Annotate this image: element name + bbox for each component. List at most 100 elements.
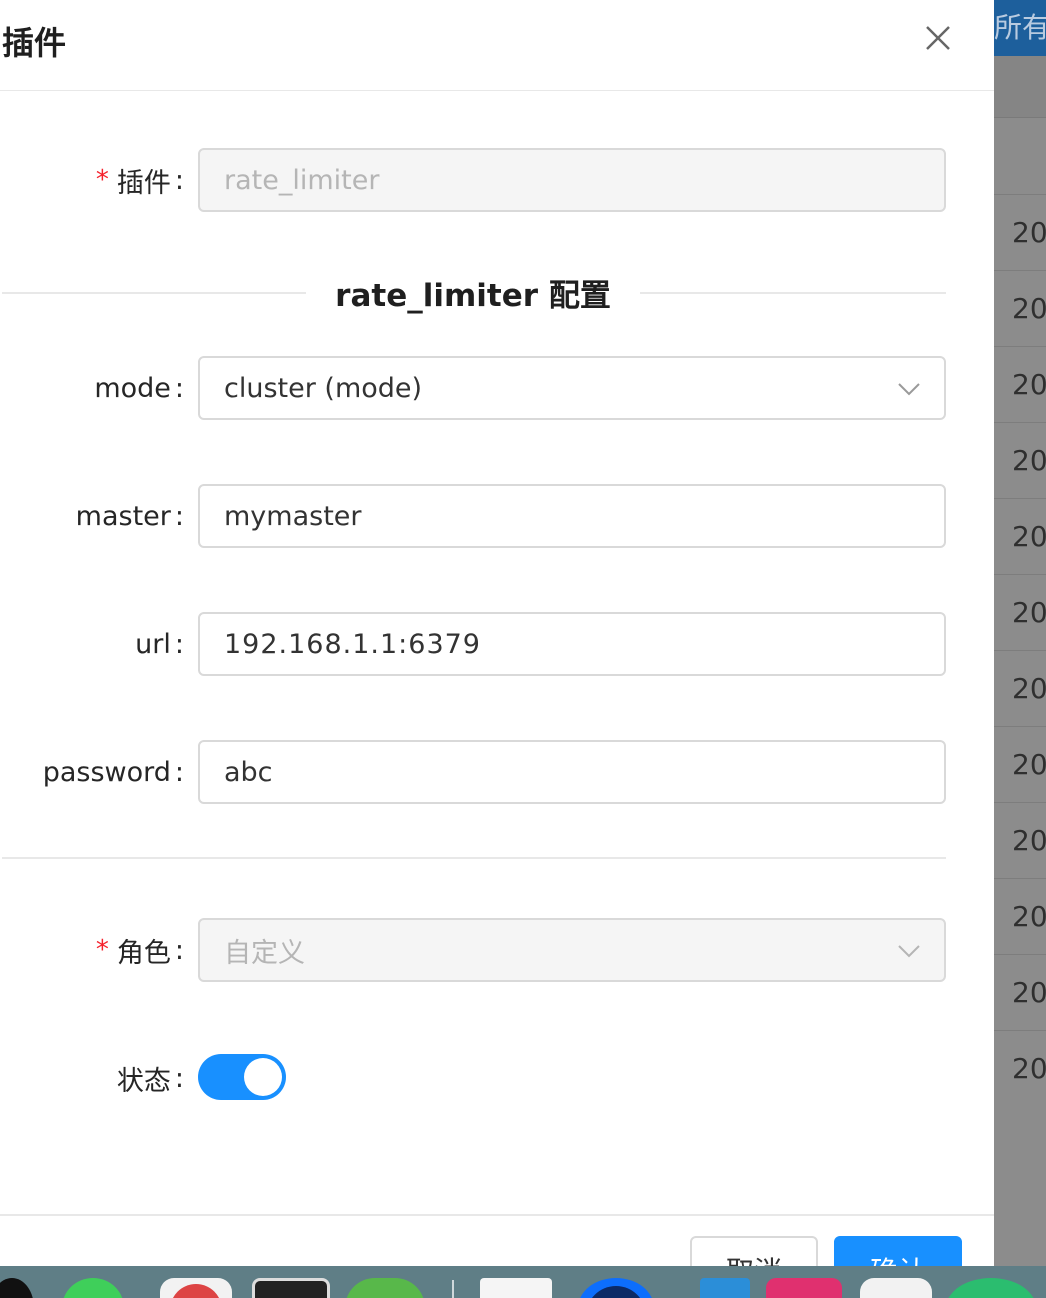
- role-label: * 角色 :: [96, 918, 184, 982]
- background-table-row: 20: [994, 878, 1046, 954]
- required-mark: *: [96, 165, 109, 195]
- password-input[interactable]: [224, 757, 944, 788]
- app-icon[interactable]: [160, 1278, 232, 1298]
- plugin-input[interactable]: rate_limiter: [198, 148, 946, 212]
- config-section-title: rate_limiter 配置: [306, 270, 640, 315]
- mode-label-text: mode: [94, 373, 171, 404]
- form-row-url: url :: [0, 612, 994, 676]
- background-row-text: 20: [994, 748, 1046, 781]
- url-label-text: url: [135, 629, 171, 660]
- password-label: password :: [43, 740, 184, 804]
- background-table-row: 20: [994, 346, 1046, 422]
- background-row-text: 20: [994, 824, 1046, 857]
- background-row-text: 20: [994, 292, 1046, 325]
- background-row-text: 20: [994, 596, 1046, 629]
- master-label-text: master: [76, 501, 171, 532]
- url-label: url :: [135, 612, 184, 676]
- background-header-text: 所有: [994, 6, 1046, 46]
- background-row-text: 20: [994, 216, 1046, 249]
- divider-line-left: [2, 292, 306, 294]
- drawer-header: 插件: [0, 0, 994, 91]
- chevron-down-icon: [896, 376, 922, 402]
- plugin-label-text: 插件: [117, 161, 171, 200]
- wechat-app-icon[interactable]: [946, 1278, 1036, 1298]
- status-label: 状态 :: [117, 1046, 184, 1110]
- vscode-app-icon[interactable]: [700, 1278, 750, 1298]
- background-table-header: 所有: [994, 0, 1046, 56]
- form-row-status: 状态 :: [0, 1046, 994, 1110]
- background-table-row: 20: [994, 650, 1046, 726]
- mode-label: mode :: [94, 356, 184, 420]
- status-switch[interactable]: [198, 1054, 286, 1100]
- background-row-text: 20: [994, 444, 1046, 477]
- background-row-text: 20: [994, 520, 1046, 553]
- mode-select[interactable]: cluster (mode): [198, 356, 946, 420]
- app-icon[interactable]: [578, 1278, 654, 1298]
- drawer-footer: 取消 确认: [0, 1214, 994, 1266]
- master-label: master :: [76, 484, 184, 548]
- app-icon[interactable]: [345, 1278, 425, 1298]
- role-label-text: 角色: [117, 931, 171, 970]
- plugin-input-value: rate_limiter: [224, 165, 379, 196]
- background-table-row: 20: [994, 194, 1046, 270]
- background-table-row: 20: [994, 422, 1046, 498]
- app-icon[interactable]: [860, 1278, 932, 1298]
- form-row-master: master :: [0, 484, 994, 548]
- background-table-row: 20: [994, 498, 1046, 574]
- form-row-role: * 角色 : 自定义: [0, 918, 994, 982]
- terminal-app-icon[interactable]: [252, 1278, 330, 1298]
- background-row-text: 20: [994, 672, 1046, 705]
- url-input[interactable]: [224, 629, 944, 660]
- label-colon: :: [175, 1063, 184, 1094]
- background-table: 所有 20 20 20 20 20 20 20 20 20 20 20 20: [994, 0, 1046, 1266]
- background-table-row: 20: [994, 726, 1046, 802]
- label-colon: :: [175, 629, 184, 660]
- required-mark: *: [96, 935, 109, 965]
- background-table-row: 20: [994, 270, 1046, 346]
- role-select[interactable]: 自定义: [198, 918, 946, 982]
- master-input[interactable]: [224, 501, 944, 532]
- background-row-text: 20: [994, 1052, 1046, 1085]
- messages-app-icon[interactable]: [62, 1278, 124, 1298]
- confirm-button[interactable]: 确认: [834, 1236, 962, 1266]
- close-button[interactable]: [918, 18, 958, 58]
- password-label-text: password: [43, 757, 171, 788]
- switch-knob: [244, 1058, 282, 1096]
- macos-dock: [0, 1266, 1046, 1298]
- background-table-subheader: [994, 56, 1046, 118]
- background-table-row: 20: [994, 802, 1046, 878]
- section-end-divider: [2, 857, 946, 859]
- jetbrains-app-icon[interactable]: [766, 1278, 842, 1298]
- background-table-row: 20: [994, 1030, 1046, 1106]
- label-colon: :: [175, 757, 184, 788]
- config-section-divider: rate_limiter 配置: [0, 262, 946, 322]
- cancel-button[interactable]: 取消: [690, 1236, 818, 1266]
- background-table-row: 20: [994, 954, 1046, 1030]
- close-icon: [918, 18, 958, 58]
- background-row-text: 20: [994, 976, 1046, 1009]
- app-icon-inner: [586, 1286, 646, 1298]
- dock-separator: [452, 1280, 454, 1298]
- drawer-title: 插件: [2, 18, 66, 64]
- plugin-label: * 插件 :: [96, 148, 184, 212]
- qq-app-icon[interactable]: [0, 1278, 34, 1298]
- background-row-text: 20: [994, 900, 1046, 933]
- status-label-text: 状态: [117, 1059, 171, 1098]
- label-colon: :: [175, 935, 184, 966]
- mode-select-value: cluster (mode): [224, 373, 422, 404]
- label-colon: :: [175, 373, 184, 404]
- form-row-mode: mode : cluster (mode): [0, 356, 994, 420]
- chevron-down-icon: [896, 938, 922, 964]
- label-colon: :: [175, 165, 184, 196]
- background-row-text: 20: [994, 368, 1046, 401]
- plugin-drawer: 插件 * 插件 : rate_limiter rate_limiter 配置 m…: [0, 0, 994, 1266]
- form-row-plugin: * 插件 : rate_limiter: [0, 148, 994, 212]
- app-icon-badge: [170, 1284, 222, 1298]
- master-field[interactable]: [198, 484, 946, 548]
- form-row-password: password :: [0, 740, 994, 804]
- divider-line-right: [640, 292, 946, 294]
- url-field[interactable]: [198, 612, 946, 676]
- background-table-row: 20: [994, 574, 1046, 650]
- document-app-icon[interactable]: [480, 1278, 552, 1298]
- password-field[interactable]: [198, 740, 946, 804]
